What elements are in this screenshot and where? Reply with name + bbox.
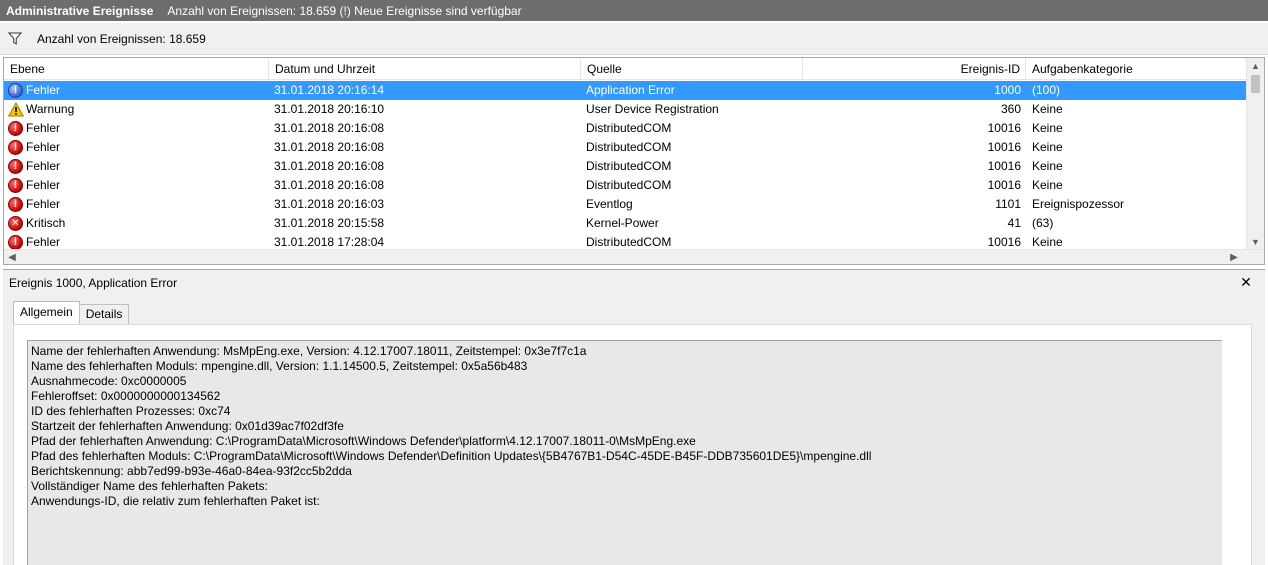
warning-icon xyxy=(8,102,24,117)
cell-category: Ereignispozessor xyxy=(1032,197,1125,211)
error-icon: ! xyxy=(8,121,23,136)
cell-source: DistributedCOM xyxy=(586,121,672,135)
description-line: Startzeit der fehlerhaften Anwendung: 0x… xyxy=(31,419,344,433)
cell-event-id: 41 xyxy=(1007,216,1021,230)
details-title: Ereignis 1000, Application Error xyxy=(3,270,1265,296)
event-rows: ! Fehler 31.01.2018 20:16:14 Application… xyxy=(4,81,1246,252)
error-icon: ! xyxy=(8,140,23,155)
cell-event-id: 10016 xyxy=(987,159,1021,173)
description-line: Pfad des fehlerhaften Moduls: C:\Program… xyxy=(31,449,872,463)
event-list: Ebene Datum und Uhrzeit Quelle Ereignis-… xyxy=(3,57,1265,265)
info-icon: ! xyxy=(8,83,23,98)
cell-source: DistributedCOM xyxy=(586,140,672,154)
cell-category: Keine xyxy=(1032,178,1063,192)
table-row[interactable]: ! Fehler 31.01.2018 20:16:08 Distributed… xyxy=(4,119,1246,138)
description-line: ID des fehlerhaften Prozesses: 0xc74 xyxy=(31,404,231,418)
view-subtitle: Anzahl von Ereignissen: 18.659 (!) Neue … xyxy=(167,3,522,18)
cell-level: Fehler xyxy=(26,121,61,135)
description-line: Name der fehlerhaften Anwendung: MsMpEng… xyxy=(31,344,587,358)
cell-source: Eventlog xyxy=(586,197,633,211)
scroll-up-icon[interactable]: ▲ xyxy=(1247,58,1264,74)
scroll-left-icon[interactable]: ◀ xyxy=(4,250,20,264)
horizontal-scrollbar[interactable]: ◀ ▶ xyxy=(4,249,1264,264)
cell-level: Fehler xyxy=(26,197,61,211)
column-header-ebene[interactable]: Ebene xyxy=(4,58,269,80)
cell-event-id: 1000 xyxy=(994,83,1021,97)
close-icon[interactable]: ✕ xyxy=(1239,275,1253,289)
column-header-aufgabenkategorie[interactable]: Aufgabenkategorie xyxy=(1026,58,1246,80)
description-line: Vollständiger Name des fehlerhaften Pake… xyxy=(31,479,268,493)
filter-icon[interactable] xyxy=(7,31,23,47)
vertical-scrollbar[interactable]: ▲ ▼ xyxy=(1246,58,1264,250)
error-icon: ! xyxy=(8,235,23,250)
error-icon: ! xyxy=(8,159,23,174)
event-count-label: Anzahl von Ereignissen: 18.659 xyxy=(37,31,206,46)
description-line: Berichtskennung: abb7ed99-b93e-46a0-84ea… xyxy=(31,464,352,478)
column-header-datum[interactable]: Datum und Uhrzeit xyxy=(269,58,581,80)
table-row[interactable]: ! Fehler 31.01.2018 20:16:08 Distributed… xyxy=(4,138,1246,157)
table-row[interactable]: Warnung 31.01.2018 20:16:10 User Device … xyxy=(4,100,1246,119)
cell-event-id: 10016 xyxy=(987,140,1021,154)
cell-category: Keine xyxy=(1032,121,1063,135)
description-line: Pfad der fehlerhaften Anwendung: C:\Prog… xyxy=(31,434,696,448)
cell-source: User Device Registration xyxy=(586,102,719,116)
description-line: Fehleroffset: 0x0000000000134562 xyxy=(31,389,221,403)
critical-icon: ✕ xyxy=(8,216,23,231)
title-bar: Administrative Ereignisse Anzahl von Ere… xyxy=(0,0,1268,21)
description-line: Name des fehlerhaften Moduls: mpengine.d… xyxy=(31,359,528,373)
description-line: Anwendungs-ID, die relativ zum fehlerhaf… xyxy=(31,494,320,508)
cell-date: 31.01.2018 20:16:10 xyxy=(274,102,385,116)
tab-details[interactable]: Details xyxy=(78,304,130,324)
cell-event-id: 360 xyxy=(1000,102,1021,116)
table-row[interactable]: ! Fehler 31.01.2018 20:16:03 Eventlog 11… xyxy=(4,195,1246,214)
cell-date: 31.01.2018 20:16:08 xyxy=(274,178,385,192)
cell-source: Kernel-Power xyxy=(586,216,659,230)
event-description[interactable]: Name der fehlerhaften Anwendung: MsMpEng… xyxy=(27,340,1222,565)
cell-category: Keine xyxy=(1032,140,1063,154)
scroll-right-icon[interactable]: ▶ xyxy=(1226,250,1242,264)
cell-category: (63) xyxy=(1032,216,1054,230)
cell-level: Kritisch xyxy=(26,216,66,230)
cell-level: Fehler xyxy=(26,159,61,173)
error-icon: ! xyxy=(8,178,23,193)
cell-level: Warnung xyxy=(26,102,75,116)
filter-bar: Anzahl von Ereignissen: 18.659 xyxy=(0,23,1268,55)
cell-level: Fehler xyxy=(26,178,61,192)
tab-panel-allgemein: Name der fehlerhaften Anwendung: MsMpEng… xyxy=(13,324,1252,565)
cell-date: 31.01.2018 20:16:14 xyxy=(274,83,385,97)
cell-source: DistributedCOM xyxy=(586,178,672,192)
tab-allgemein[interactable]: Allgemein xyxy=(13,301,80,324)
cell-event-id: 10016 xyxy=(987,178,1021,192)
scroll-thumb[interactable] xyxy=(1251,75,1260,93)
cell-category: Keine xyxy=(1032,159,1063,173)
list-header: Ebene Datum und Uhrzeit Quelle Ereignis-… xyxy=(4,58,1246,80)
cell-category: (100) xyxy=(1032,83,1061,97)
event-details-pane: Ereignis 1000, Application Error ✕ Allge… xyxy=(3,269,1265,565)
cell-level: Fehler xyxy=(26,83,61,97)
cell-date: 31.01.2018 20:16:08 xyxy=(274,121,385,135)
description-line: Ausnahmecode: 0xc0000005 xyxy=(31,374,187,388)
cell-event-id: 10016 xyxy=(987,121,1021,135)
table-row[interactable]: ! Fehler 31.01.2018 20:16:08 Distributed… xyxy=(4,157,1246,176)
column-header-ereignis-id[interactable]: Ereignis-ID xyxy=(803,58,1026,80)
cell-category: Keine xyxy=(1032,102,1063,116)
error-icon: ! xyxy=(8,197,23,212)
table-row[interactable]: ! Fehler 31.01.2018 20:16:08 Distributed… xyxy=(4,176,1246,195)
cell-date: 31.01.2018 20:16:03 xyxy=(274,197,385,211)
cell-source: DistributedCOM xyxy=(586,159,672,173)
table-row[interactable]: ✕ Kritisch 31.01.2018 20:15:58 Kernel-Po… xyxy=(4,214,1246,233)
table-row[interactable]: ! Fehler 31.01.2018 20:16:14 Application… xyxy=(4,81,1246,100)
details-tabs: Allgemein Details xyxy=(13,301,130,324)
cell-event-id: 1101 xyxy=(995,197,1021,211)
cell-source: Application Error xyxy=(586,83,675,97)
cell-date: 31.01.2018 20:16:08 xyxy=(274,140,385,154)
cell-level: Fehler xyxy=(26,140,61,154)
cell-date: 31.01.2018 20:16:08 xyxy=(274,159,385,173)
cell-date: 31.01.2018 20:15:58 xyxy=(274,216,385,230)
view-title: Administrative Ereignisse xyxy=(6,3,154,18)
column-header-quelle[interactable]: Quelle xyxy=(581,58,803,80)
scroll-down-icon[interactable]: ▼ xyxy=(1247,234,1264,250)
